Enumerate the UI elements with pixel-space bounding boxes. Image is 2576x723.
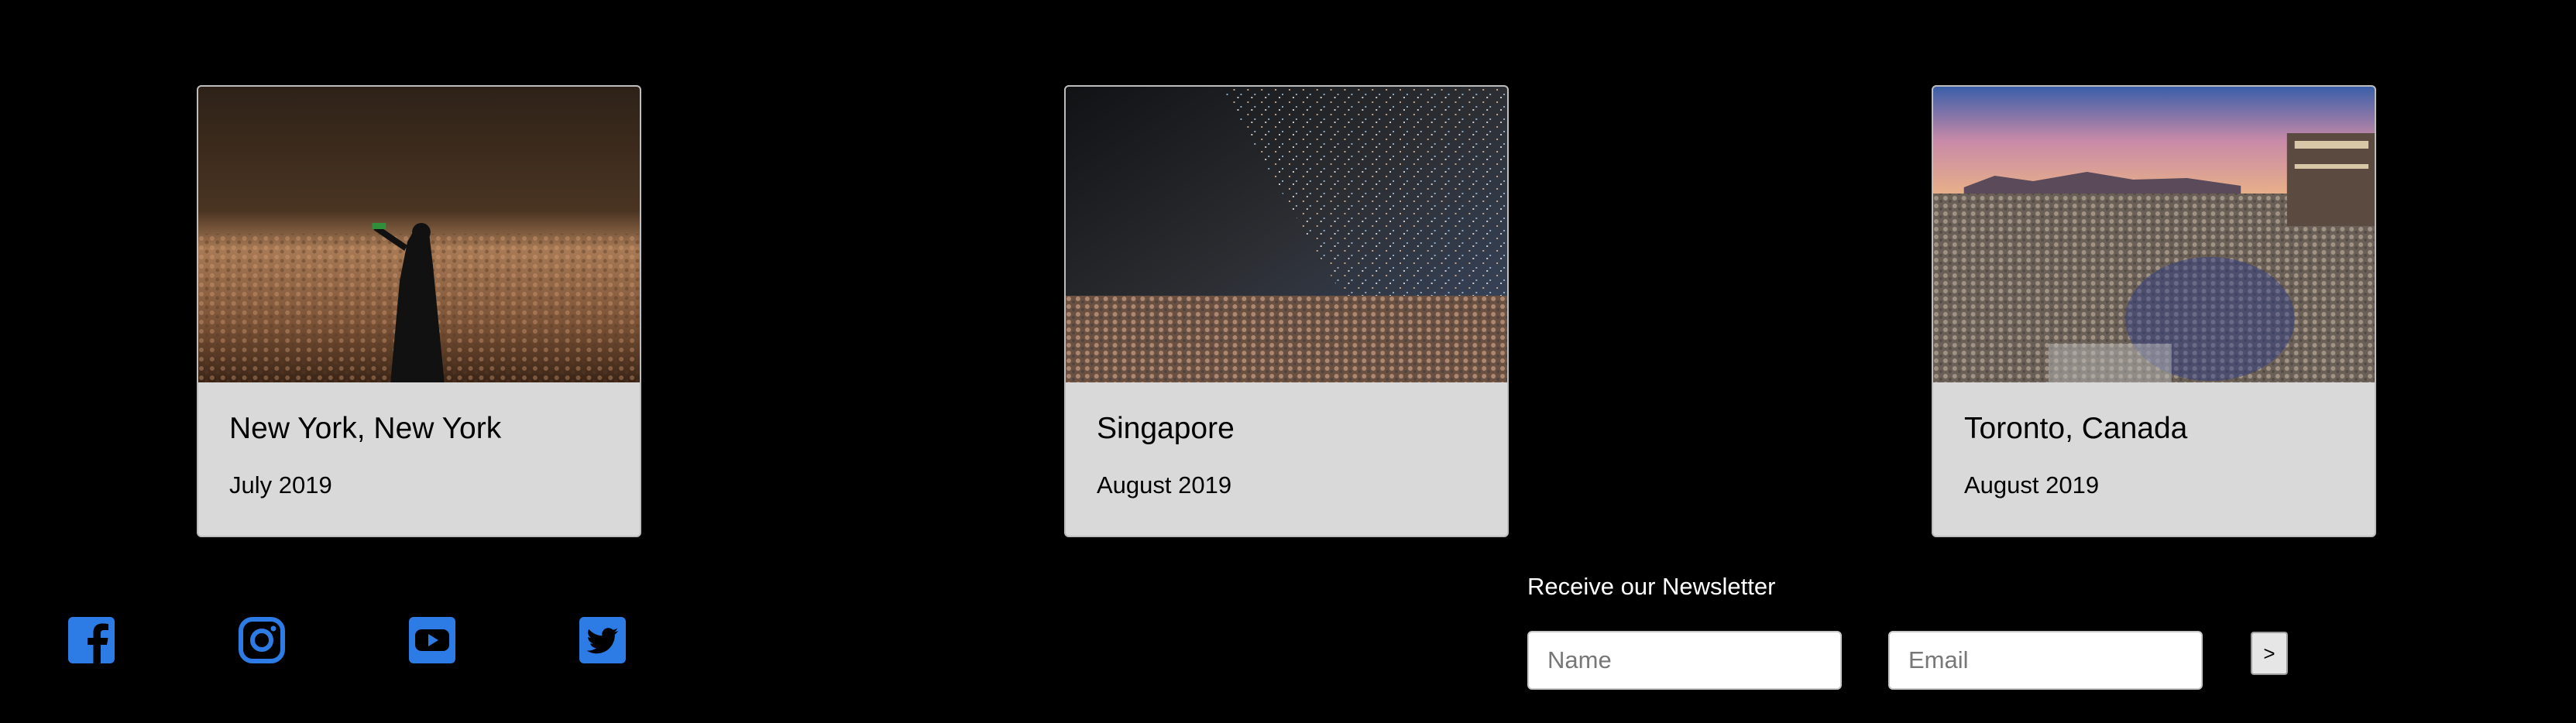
twitter-icon[interactable] [578,615,627,665]
tour-card-toronto[interactable]: Toronto, Canada August 2019 [1932,85,2376,537]
newsletter-submit-button[interactable]: > [2251,632,2288,675]
newsletter-email-input[interactable] [1888,631,2203,690]
instagram-icon[interactable] [237,615,287,665]
facebook-icon[interactable] [67,615,116,665]
tour-card-title: New York, New York [229,412,502,445]
tour-card-date: August 2019 [1964,471,2100,499]
newsletter-title: Receive our Newsletter [1527,573,1776,600]
tour-card-new-york[interactable]: New York, New York July 2019 [197,85,641,537]
tour-card-singapore[interactable]: Singapore August 2019 [1064,85,1509,537]
tour-card-title: Toronto, Canada [1964,412,2188,445]
tour-card-image [1066,87,1507,382]
tour-card-date: July 2019 [229,471,332,499]
tour-card-date: August 2019 [1097,471,1232,499]
page: New York, New York July 2019 Singapore A… [0,0,2576,723]
tour-card-title: Singapore [1097,412,1235,445]
tour-card-image [1933,87,2375,382]
youtube-icon[interactable] [407,615,457,665]
newsletter-name-input[interactable] [1527,631,1842,690]
tour-card-image [198,87,640,382]
